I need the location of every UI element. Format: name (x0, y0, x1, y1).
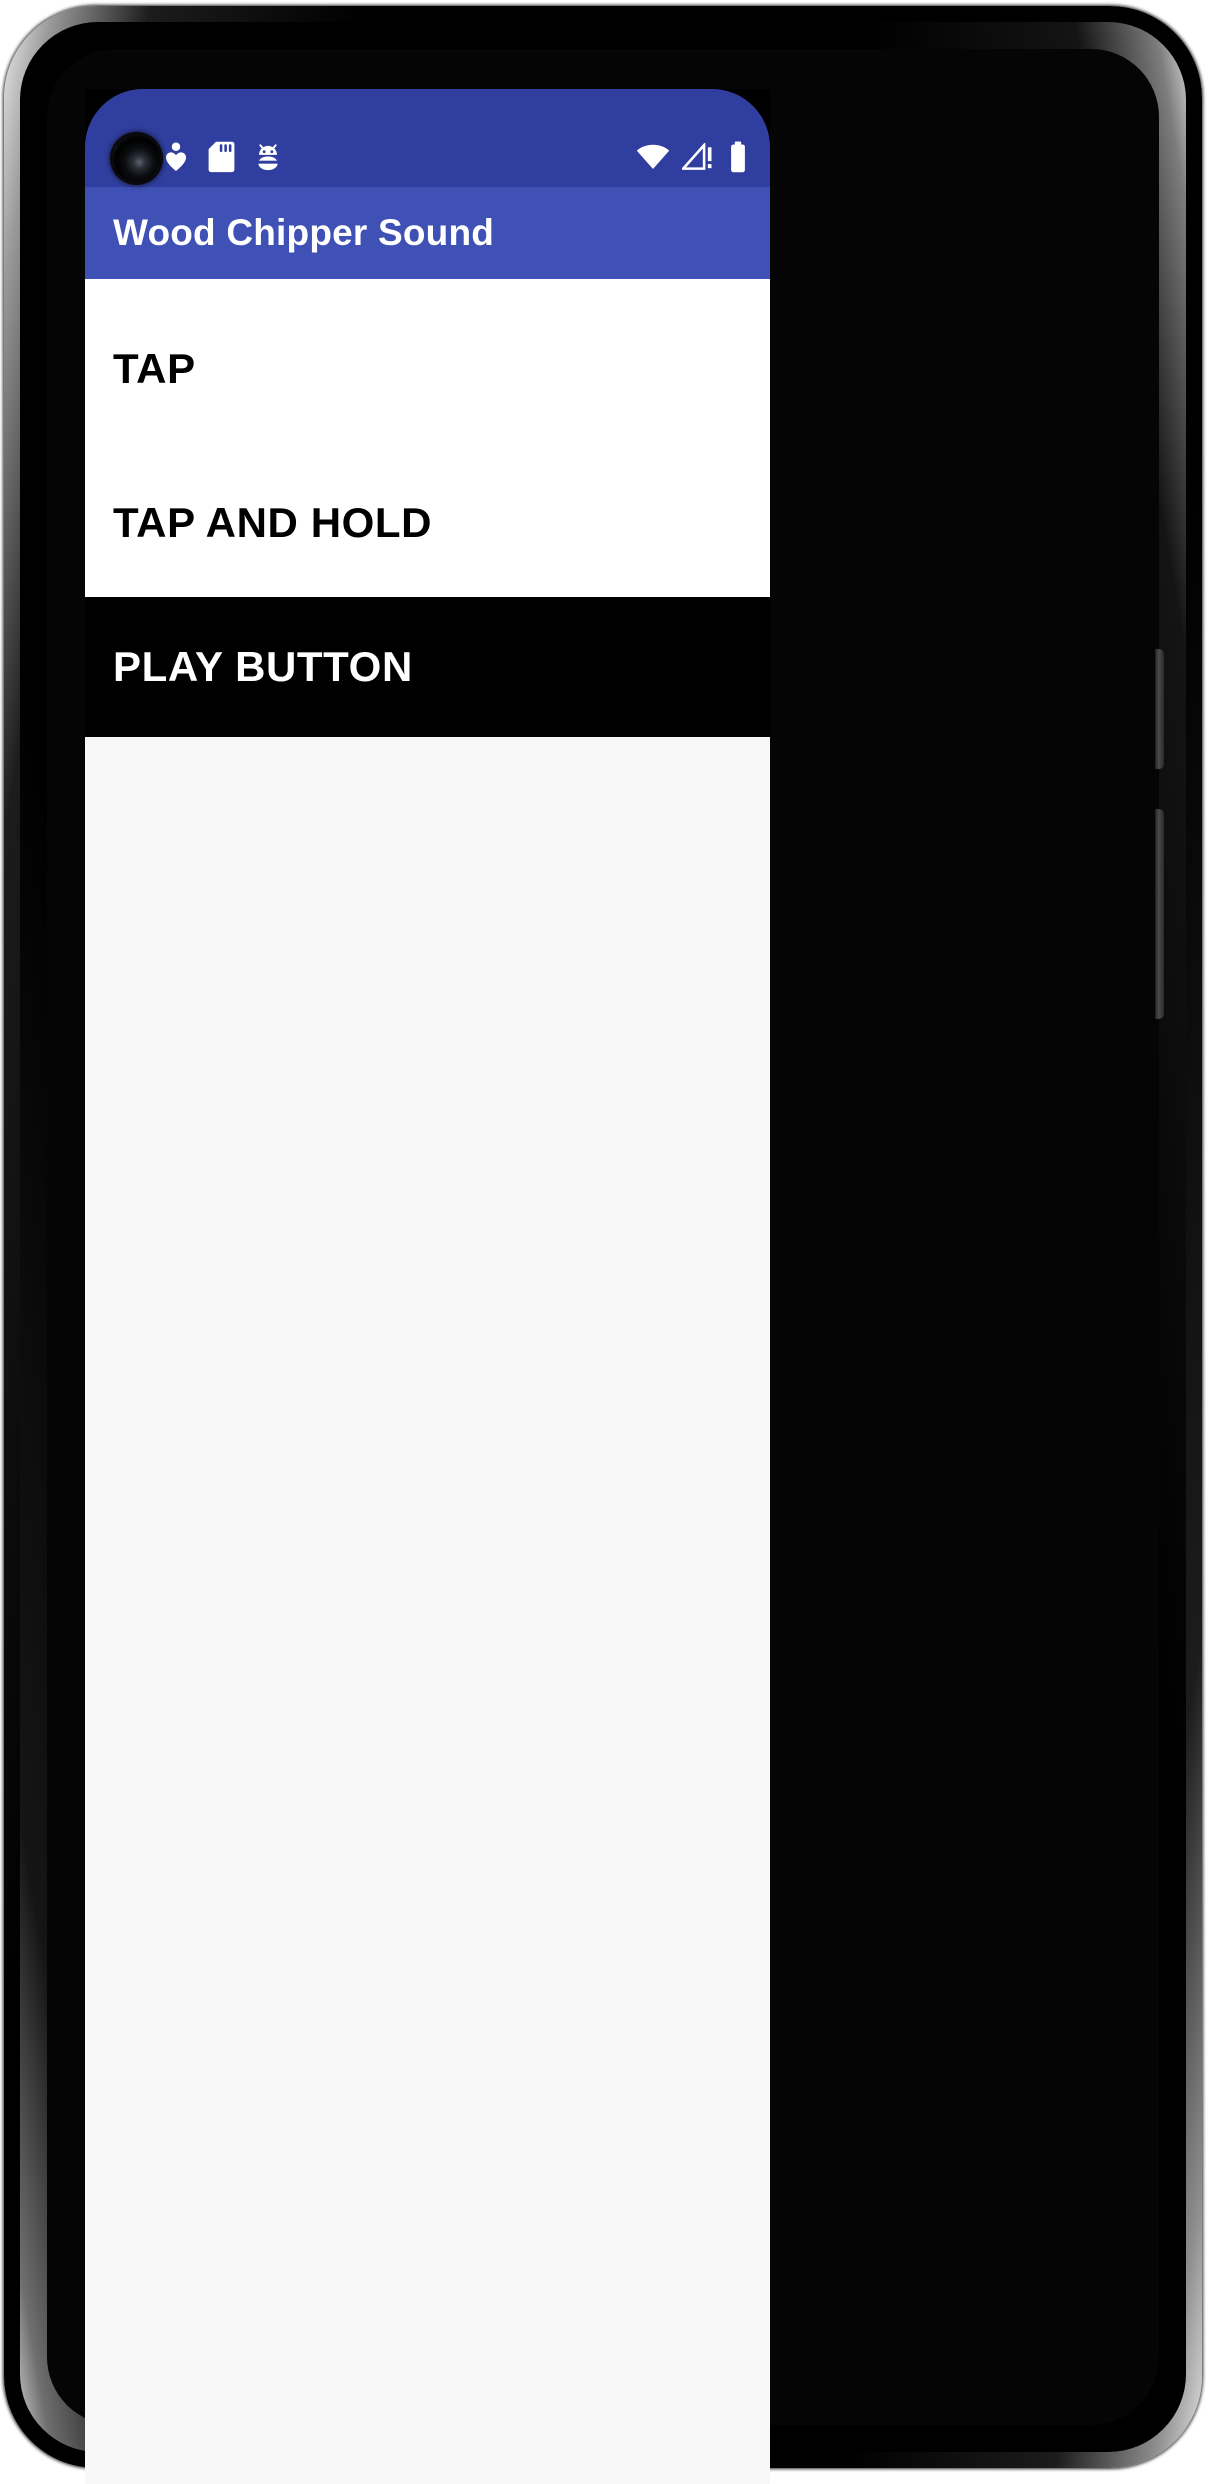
power-button[interactable] (1155, 649, 1164, 769)
empty-content-area (85, 737, 770, 1481)
battery-full-icon (728, 141, 748, 173)
app-bar: Wood Chipper Sound (85, 187, 770, 279)
phone-frame: 13 (4, 6, 1202, 2484)
phone-bezel: 13 (20, 22, 1186, 2484)
button-panel: TAP TAP AND HOLD (85, 279, 770, 597)
cellular-no-sim-icon (682, 143, 716, 171)
android-debug-bug-icon (253, 141, 283, 173)
tap-button[interactable]: TAP (85, 289, 770, 449)
status-bar-right-group (636, 141, 748, 173)
wifi-icon (636, 143, 670, 171)
heart-person-icon (162, 141, 190, 173)
play-button[interactable]: PLAY BUTTON (85, 597, 770, 737)
status-bar-row: 13 (85, 127, 770, 187)
main-content: TAP TAP AND HOLD PLAY BUTTON (85, 279, 770, 2484)
phone-screen: 13 (85, 89, 770, 2484)
volume-button[interactable] (1155, 809, 1164, 1019)
phone-body: 13 (47, 49, 1164, 2484)
camera-punch-hole-icon (113, 135, 160, 182)
status-bar-left-group: 13 (109, 139, 636, 175)
sd-card-icon (208, 141, 235, 173)
page-title: Wood Chipper Sound (113, 212, 495, 253)
tap-and-hold-button[interactable]: TAP AND HOLD (85, 449, 770, 597)
status-bar: 13 (85, 89, 770, 187)
